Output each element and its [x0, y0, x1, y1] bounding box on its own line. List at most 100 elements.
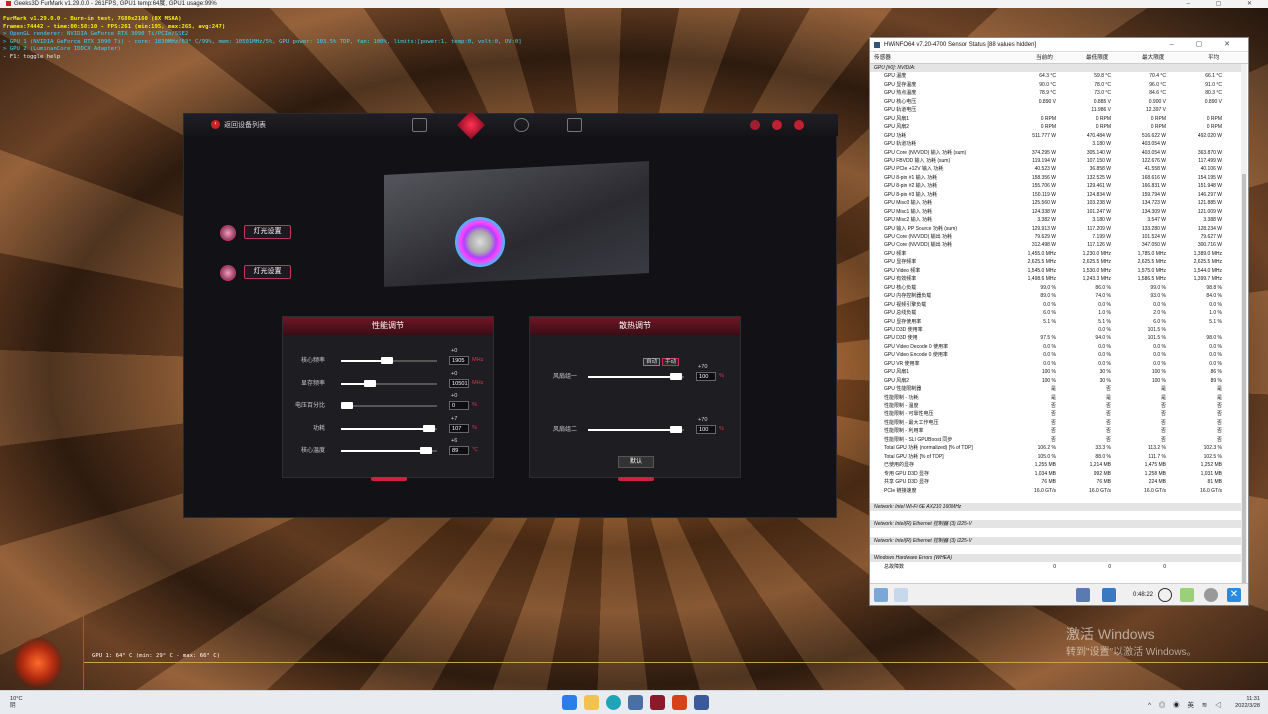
- sensor-group[interactable]: GPU [#0]: NVIDIA:: [870, 64, 1242, 72]
- light-settings-button-2[interactable]: 灯光设置: [244, 265, 291, 279]
- sensor-row[interactable]: GPU 风扇1 100 % 30 % 100 % 86 %: [870, 368, 1242, 376]
- sensor-row[interactable]: GPU Core (NVVDD) 输入 功耗 (sum) 374.295 W 305…: [870, 149, 1242, 157]
- manual-mode-button[interactable]: 手动: [662, 358, 680, 366]
- back-to-device-list[interactable]: 返回设备列表: [224, 120, 266, 130]
- clock-icon[interactable]: [1158, 588, 1172, 602]
- sensor-row[interactable]: GPU Misc2 输入 功耗 3.382 W 3.180 W 3.547 W 3.38…: [870, 216, 1242, 224]
- sensor-group[interactable]: Network: Intel Wi-Fi 6E AX210 160MHz: [870, 503, 1242, 512]
- sensor-row[interactable]: GPU Video 频率 1,545.0 MHz 1,530.0 MHz 1,575.…: [870, 267, 1242, 275]
- col-current[interactable]: 当前的: [1036, 53, 1053, 64]
- sensor-row[interactable]: 总故障数 0 0 0: [870, 563, 1242, 571]
- hwinfo-scrollbar[interactable]: [1241, 64, 1247, 594]
- default-button[interactable]: 默认: [618, 456, 654, 468]
- sensor-row[interactable]: GPU 8-pin #2 输入 功耗 155.706 W 129.461 W 166.…: [870, 182, 1242, 190]
- hwinfo-window-controls[interactable]: – ▢ ✕: [1170, 38, 1240, 52]
- sensor-row[interactable]: GPU Video Decode 0 使用率 0.0 % 0.0 % 0.0 % 0.0…: [870, 343, 1242, 351]
- sensor-row[interactable]: 专用 GPU D3D 显存 1,034 MB 992 MB 1,258 MB 1,031…: [870, 470, 1242, 478]
- sensor-row[interactable]: 性能限制 - 温度 否 否 否 否: [870, 402, 1242, 410]
- furmark-taskbar-icon[interactable]: [672, 695, 687, 710]
- sensor-row[interactable]: GPU 8-pin #3 输入 功耗 150.119 W 124.834 W 159.…: [870, 191, 1242, 199]
- window-controls[interactable]: – ▢ ✕: [1187, 0, 1264, 8]
- col-min[interactable]: 最低限度: [1086, 53, 1108, 64]
- sensor-row[interactable]: GPU 风扇1 0 RPM 0 RPM 0 RPM 0 RPM: [870, 115, 1242, 123]
- sensor-row[interactable]: 性能限制 - 最大工作电压 否 否 否 否: [870, 419, 1242, 427]
- system-tray[interactable]: ^ ◎ ◉ 英 ≋ ◁: [1148, 699, 1225, 709]
- auto-mode-button[interactable]: 自动: [643, 358, 661, 366]
- sensor-row[interactable]: GPU 风扇2 100 % 30 % 100 % 89 %: [870, 377, 1242, 385]
- sensor-row[interactable]: GPU 显存温度 90.0 °C 78.0 °C 96.0 °C 91.0 °C: [870, 81, 1242, 89]
- sensor-row[interactable]: GPU 视频引擎负载 0.0 % 0.0 % 0.0 % 0.0 %: [870, 301, 1242, 309]
- slider-track[interactable]: [341, 447, 437, 454]
- slider-knob[interactable]: [381, 357, 394, 364]
- slider-value-input[interactable]: 89: [449, 446, 469, 455]
- slider-knob[interactable]: [340, 402, 353, 409]
- sensor-row[interactable]: 性能限制 - SLI GPUBoost 同步 否 否 否 否: [870, 436, 1242, 444]
- sensor-row[interactable]: GPU Core (NVVDD) 输出 功耗 79.629 W 7.199 W 101…: [870, 233, 1242, 241]
- input-language[interactable]: 英: [1187, 702, 1197, 709]
- sensor-list[interactable]: GPU [#0]: NVIDIA: GPU 温度 64.3 °C 59.8 °C 70.…: [870, 64, 1242, 604]
- col-avg[interactable]: 平均: [1208, 53, 1219, 64]
- light-settings-button-1[interactable]: 灯光设置: [244, 225, 291, 239]
- edge-icon[interactable]: [606, 695, 621, 710]
- sensor-row[interactable]: 性能限制 - 可靠性电压 否 否 否 否: [870, 410, 1242, 418]
- sensor-row[interactable]: GPU 频率 1,455.0 MHz 1,230.0 MHz 1,785.0 MHz 1…: [870, 250, 1242, 258]
- slider-value-input[interactable]: 1905: [449, 356, 469, 365]
- sensor-row[interactable]: GPU Video Encode 0 使用率 0.0 % 0.0 % 0.0 % 0.0…: [870, 351, 1242, 359]
- sensor-row[interactable]: GPU 核心负载 99.0 % 86.0 % 99.0 % 98.8 %: [870, 284, 1242, 292]
- sensor-group[interactable]: Network: Intel(R) Ethernet 控制器 (3) I225-…: [870, 520, 1242, 529]
- slider-knob[interactable]: [423, 424, 436, 432]
- slider-track[interactable]: [341, 379, 437, 387]
- sensor-row[interactable]: GPU VR 使用率 0.0 % 0.0 % 0.0 % 0.0 %: [870, 360, 1242, 368]
- monitor-icon[interactable]: [1076, 588, 1090, 602]
- nav-arrows-icon[interactable]: [874, 588, 888, 602]
- calculator-taskbar-icon[interactable]: [694, 695, 709, 710]
- hwinfo-taskbar-icon[interactable]: [628, 695, 643, 710]
- col-max[interactable]: 最大限度: [1142, 53, 1164, 64]
- lighting-tab-icon[interactable]: [514, 118, 529, 132]
- slider-track[interactable]: [341, 357, 437, 364]
- close-x-icon[interactable]: ✕: [1227, 588, 1241, 602]
- overview-tab-icon[interactable]: [412, 118, 427, 132]
- slider-knob[interactable]: [670, 373, 683, 380]
- slider-knob[interactable]: [420, 447, 433, 454]
- sensor-row[interactable]: GPU Misc1 输入 功耗 124.338 W 101.247 W 134.309…: [870, 208, 1242, 216]
- sensor-row[interactable]: GPU 热点温度 78.9 °C 73.0 °C 84.6 °C 80.3 °C: [870, 89, 1242, 97]
- sensor-row[interactable]: GPU 温度 64.3 °C 59.8 °C 70.4 °C 66.1 °C: [870, 72, 1242, 80]
- clock[interactable]: 11:31 2022/3/28: [1235, 696, 1260, 710]
- performance-tab-icon[interactable]: [456, 110, 486, 140]
- sensor-group[interactable]: Windows Hardware Errors (WHEA): [870, 554, 1242, 563]
- sensor-row[interactable]: 已使用的显存 1,255 MB 1,214 MB 1,475 MB 1,252 MB: [870, 461, 1242, 469]
- scroll-thumb[interactable]: [1242, 174, 1246, 594]
- sensor-row[interactable]: PCIe 链接速度 16.0 GT/s 16.0 GT/s 16.0 GT/s 16.0…: [870, 487, 1242, 495]
- sensor-row[interactable]: GPU D3D 使用 97.5 % 94.0 % 101.5 % 98.0 %: [870, 334, 1242, 342]
- slider-track[interactable]: [588, 426, 684, 433]
- column-header[interactable]: 传感器 当前的 最低限度 最大限度 平均: [870, 53, 1248, 64]
- sensor-row[interactable]: Total GPU 功耗 [% of TDP] 105.0 % 88.0 % 111.…: [870, 453, 1242, 461]
- report-icon[interactable]: [1180, 588, 1194, 602]
- sensor-row[interactable]: 性能限制 - 功耗 是 是 是 是: [870, 394, 1242, 402]
- sensor-row[interactable]: GPU 8-pin #1 输入 功耗 158.356 W 132.525 W 168.…: [870, 174, 1242, 182]
- settings-gear-icon[interactable]: [750, 120, 760, 130]
- sensor-row[interactable]: GPU Misc0 输入 功耗 125.560 W 103.238 W 134.723…: [870, 199, 1242, 207]
- slider-value-input[interactable]: 0: [449, 401, 469, 410]
- furmark-titlebar[interactable]: Geeks3D FurMark v1.29.0.0 - 261FPS, GPU1…: [0, 0, 1268, 8]
- sensor-row[interactable]: GPU Core (NVVDD) 输出 功耗 312.498 W 117.126 W…: [870, 241, 1242, 249]
- slider-knob[interactable]: [670, 426, 683, 433]
- sensor-row[interactable]: GPU 输入 PP Source 功耗 (sum) 129.913 W 117.20…: [870, 225, 1242, 233]
- sensor-row[interactable]: GPU FBVDD 输入 功耗 (sum) 119.194 W 107.150 W 1…: [870, 157, 1242, 165]
- sensor-row[interactable]: GPU 轨道功耗 3.180 W 403.054 W: [870, 140, 1242, 148]
- close-icon[interactable]: [794, 120, 804, 130]
- sensor-row[interactable]: 共享 GPU D3D 显存 76 MB 76 MB 224 MB 81 MB: [870, 478, 1242, 486]
- hwinfo-titlebar[interactable]: HWiNFO64 v7.20-4700 Sensor Status [88 va…: [870, 38, 1248, 52]
- sensor-row[interactable]: GPU 风扇2 0 RPM 0 RPM 0 RPM 0 RPM: [870, 123, 1242, 131]
- file-explorer-icon[interactable]: [584, 695, 599, 710]
- sensor-row[interactable]: GPU 总线负载 6.0 % 1.0 % 2.0 % 1.0 %: [870, 309, 1242, 317]
- sensor-row[interactable]: 性能限制 - 利用率 否 否 否 否: [870, 427, 1242, 435]
- slider-track[interactable]: [341, 424, 437, 432]
- start-icon[interactable]: [562, 695, 577, 710]
- sensor-row[interactable]: GPU 显存频率 2,625.5 MHz 2,625.5 MHz 2,625.5 MH…: [870, 258, 1242, 266]
- gpu-app-taskbar-icon[interactable]: [650, 695, 665, 710]
- monitor-tab-icon[interactable]: [567, 118, 582, 132]
- sensor-row[interactable]: GPU 核心电压 0.890 V 0.885 V 0.900 V 0.890 V: [870, 98, 1242, 106]
- slider-track[interactable]: [340, 402, 437, 409]
